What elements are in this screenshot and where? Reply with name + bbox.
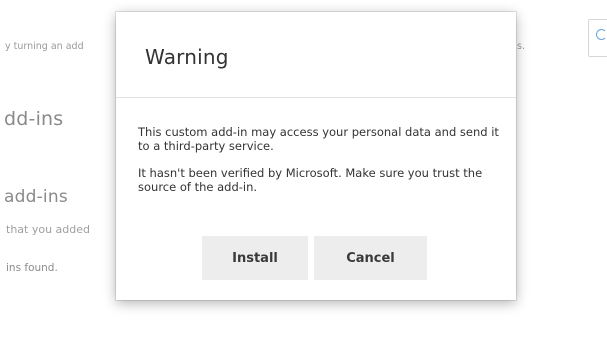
privacy-warning-text: This custom add-in may access your perso… [138, 125, 499, 153]
search-box[interactable] [588, 19, 607, 57]
dialog-body: This custom add-in may access your perso… [138, 125, 508, 207]
warning-dialog: Warning This custom add-in may access yo… [116, 12, 516, 300]
search-icon [596, 29, 607, 40]
dialog-divider [116, 97, 516, 98]
intro-text-right: s. [517, 41, 525, 52]
addins-section-heading: dd-ins [4, 108, 64, 130]
install-button[interactable]: Install [202, 236, 308, 280]
cancel-button[interactable]: Cancel [314, 236, 427, 280]
intro-text-left: y turning an add [5, 41, 84, 52]
screen: y turning an add s. dd-ins add-ins that … [0, 0, 607, 351]
dialog-title: Warning [145, 45, 229, 69]
empty-state-text: ins found. [6, 262, 58, 274]
my-addins-description: that you added [6, 223, 90, 236]
verification-warning-text: It hasn't been verified by Microsoft. Ma… [138, 166, 483, 194]
my-addins-heading: add-ins [4, 187, 68, 207]
